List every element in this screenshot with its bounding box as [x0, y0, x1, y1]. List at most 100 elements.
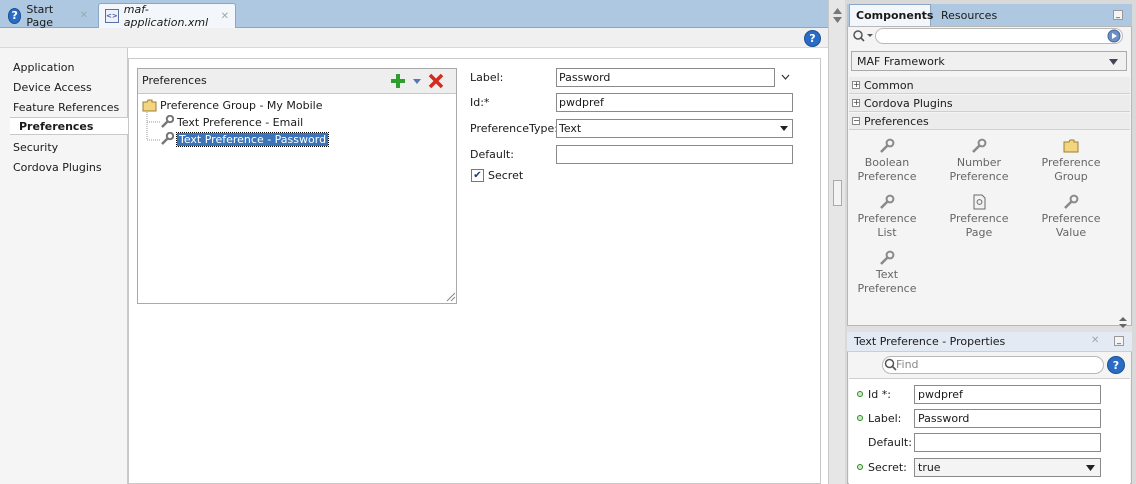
- palette-item-text-preference[interactable]: Text Preference: [843, 250, 931, 296]
- search-go-icon[interactable]: [1107, 29, 1121, 43]
- section-label: Common: [864, 78, 914, 92]
- expand-icon: +: [852, 98, 860, 107]
- required-dot-icon: [857, 391, 863, 397]
- editor-toolbar: [0, 28, 828, 48]
- palette-search-input[interactable]: [875, 28, 1123, 44]
- nav-item-preferences[interactable]: Preferences: [10, 117, 130, 135]
- palette-item-label: Preference: [857, 282, 917, 295]
- nav-item-feature-references[interactable]: Feature References: [4, 98, 128, 116]
- palette-item-preference-group[interactable]: Preference Group: [1027, 138, 1115, 184]
- scroll-up-arrow-icon[interactable]: [833, 8, 842, 14]
- help-icon[interactable]: ?: [1107, 356, 1125, 374]
- palette-item-preference-value[interactable]: Preference Value: [1027, 194, 1115, 240]
- prop-label-label: Label:: [868, 412, 902, 425]
- search-icon: [884, 358, 897, 371]
- preferences-panel-header: Preferences: [138, 69, 456, 94]
- chevron-down-icon[interactable]: [781, 74, 790, 80]
- preference-type-value: Text: [559, 122, 582, 135]
- prop-label-field[interactable]: Password: [914, 409, 1101, 428]
- section-preferences[interactable]: − Preferences: [849, 113, 1130, 130]
- palette-item-label: Text: [875, 268, 899, 281]
- prop-default-label: Default:: [868, 436, 912, 449]
- palette-item-preference-page[interactable]: Preference Page: [935, 194, 1023, 240]
- find-placeholder: Find: [896, 358, 919, 371]
- section-label: Preferences: [864, 114, 929, 128]
- tree-item-label: Text Preference - Email: [177, 115, 304, 129]
- nav-item-cordova-plugins[interactable]: Cordova Plugins: [4, 158, 128, 176]
- nav-item-security[interactable]: Security: [4, 138, 128, 156]
- collapse-arrows-icon[interactable]: [1119, 317, 1127, 329]
- default-field[interactable]: [556, 145, 793, 164]
- palette-item-number-preference[interactable]: Number Preference: [935, 138, 1023, 184]
- label-field[interactable]: Password: [556, 68, 775, 87]
- tree-item-label: Preference Group - My Mobile: [160, 98, 323, 112]
- tree-item-text-preference-password[interactable]: Text Preference - Password: [160, 131, 330, 147]
- resize-grip-icon[interactable]: [445, 291, 456, 302]
- wrench-icon: [161, 132, 174, 145]
- properties-title: Text Preference - Properties: [854, 335, 1006, 348]
- tab-maf-application[interactable]: <> maf-application.xml ✕: [98, 3, 236, 29]
- wrench-icon: [161, 115, 174, 128]
- close-icon[interactable]: ✕: [1091, 335, 1099, 346]
- palette-item-label: Preference: [949, 212, 1009, 225]
- prop-id-label: Id *:: [868, 388, 891, 401]
- prop-id-field[interactable]: pwdpref: [914, 385, 1101, 404]
- preferences-panel: Preferences Preference Group - My Mobile…: [137, 68, 457, 304]
- tab-resources[interactable]: Resources: [935, 4, 1013, 26]
- id-field[interactable]: pwdpref: [556, 93, 793, 112]
- dropdown-arrow-icon: [1086, 465, 1095, 471]
- delete-icon[interactable]: [428, 73, 444, 89]
- prop-secret-label: Secret:: [868, 461, 907, 474]
- collapse-icon: −: [852, 116, 860, 125]
- section-label: Cordova Plugins: [864, 96, 953, 110]
- default-field-label: Default:: [470, 148, 514, 161]
- folder-icon: [142, 99, 157, 111]
- dropdown-arrow-icon[interactable]: [413, 79, 421, 85]
- prop-default-field[interactable]: [914, 433, 1101, 452]
- palette-item-label: Number: [956, 156, 1002, 169]
- close-icon[interactable]: ✕: [221, 11, 229, 22]
- wrench-icon: [880, 138, 895, 153]
- required-dot-icon: [857, 464, 863, 470]
- preference-type-select[interactable]: Text: [556, 119, 793, 138]
- secret-checkbox[interactable]: ✔: [471, 169, 484, 182]
- secret-checkbox-row[interactable]: ✔ Secret: [471, 169, 523, 182]
- nav-item-application[interactable]: Application: [4, 58, 128, 76]
- left-navigation: Application Device Access Feature Refere…: [0, 48, 130, 484]
- editor-tab-bar: ? Start Page ✕ <> maf-application.xml ✕: [0, 0, 828, 29]
- search-icon[interactable]: [852, 29, 874, 43]
- required-dot-icon: [857, 415, 863, 421]
- tab-components[interactable]: Components: [849, 4, 933, 26]
- tree-item-preference-group[interactable]: Preference Group - My Mobile: [142, 97, 323, 113]
- nav-item-device-access[interactable]: Device Access: [4, 78, 128, 96]
- scroll-thumb[interactable]: [833, 180, 842, 206]
- minimize-icon[interactable]: _: [1113, 10, 1123, 20]
- properties-find-input[interactable]: Find: [882, 356, 1104, 374]
- palette-item-preference-list[interactable]: Preference List: [843, 194, 931, 240]
- framework-select[interactable]: MAF Framework: [851, 51, 1127, 71]
- palette-item-boolean-preference[interactable]: Boolean Preference: [843, 138, 931, 184]
- tab-start-page[interactable]: ? Start Page ✕: [2, 3, 94, 29]
- section-cordova-plugins[interactable]: + Cordova Plugins: [849, 95, 1130, 112]
- tree-item-text-preference-email[interactable]: Text Preference - Email: [160, 114, 303, 130]
- component-palette-tabs: Components Resources _: [847, 4, 1132, 26]
- palette-item-label: Page: [965, 226, 993, 239]
- close-icon[interactable]: ✕: [80, 10, 88, 21]
- palette-item-label: Boolean: [864, 156, 910, 169]
- scroll-down-arrow-icon[interactable]: [833, 17, 842, 23]
- dropdown-arrow-icon: [1109, 59, 1118, 65]
- id-field-label: Id:*: [470, 96, 490, 109]
- prop-secret-select[interactable]: true: [914, 458, 1101, 477]
- folder-icon: [1063, 139, 1079, 153]
- minimize-icon[interactable]: _: [1114, 336, 1124, 346]
- xml-file-icon: <>: [105, 9, 119, 23]
- palette-item-label: Preference: [857, 212, 917, 225]
- wrench-icon: [880, 250, 895, 265]
- editor-scrollbar[interactable]: [828, 0, 845, 484]
- label-field-label: Label:: [470, 71, 504, 84]
- section-common[interactable]: + Common: [849, 77, 1130, 94]
- help-icon[interactable]: ?: [804, 30, 821, 47]
- secret-checkbox-label: Secret: [488, 169, 524, 182]
- add-icon[interactable]: [390, 73, 406, 89]
- palette-item-label: Group: [1054, 170, 1088, 183]
